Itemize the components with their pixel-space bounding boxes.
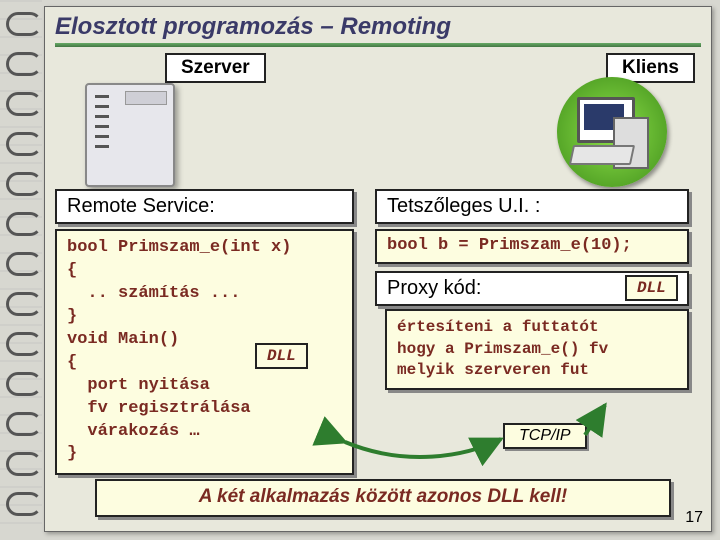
footer-note: A két alkalmazás között azonos DLL kell! (95, 479, 671, 517)
page-number: 17 (685, 509, 703, 527)
arrows (45, 7, 705, 527)
slide-sheet: Elosztott programozás – Remoting Szerver… (44, 6, 712, 532)
spiral-binding (0, 0, 42, 540)
